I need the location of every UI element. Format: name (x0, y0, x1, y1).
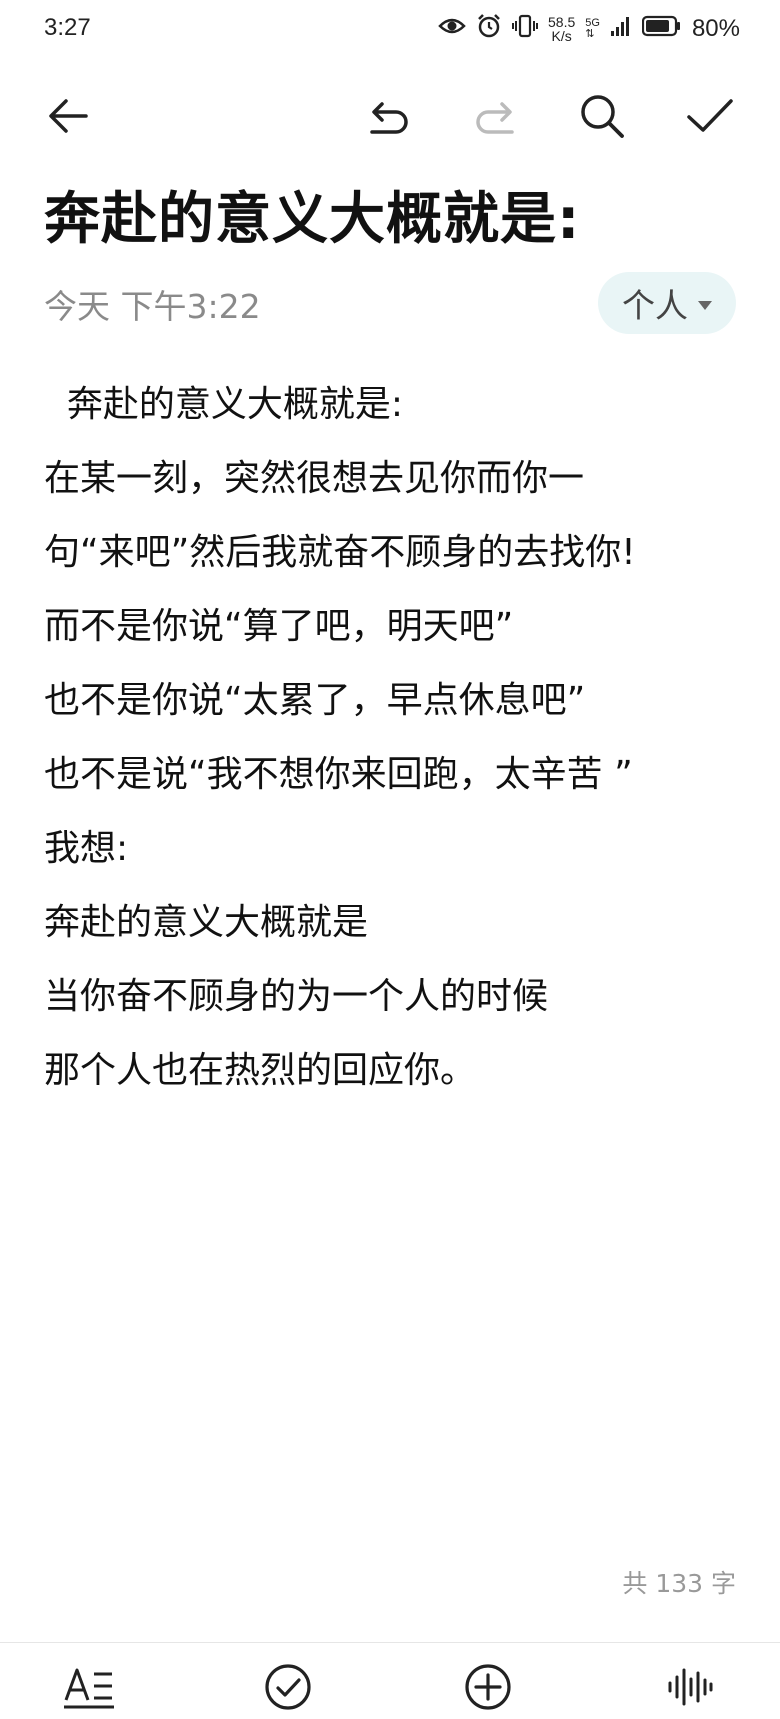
note-line: 也不是说“我不想你来回跑，太辛苦 ” (44, 754, 633, 795)
back-button[interactable] (40, 88, 96, 144)
battery-icon (641, 15, 682, 44)
status-time: 3:27 (44, 14, 91, 41)
vibrate-icon (512, 13, 539, 46)
undo-icon (370, 102, 408, 134)
search-icon (581, 95, 624, 138)
net-speed-value: 58.5 (548, 14, 576, 30)
done-button[interactable] (682, 88, 738, 144)
checklist-icon (265, 1664, 311, 1710)
net-speed-unit: K/s (551, 28, 572, 44)
note-line: 那个人也在热烈的回应你。 (44, 1050, 477, 1091)
redo-button[interactable] (466, 88, 522, 144)
note-line: 奔赴的意义大概就是 (44, 902, 369, 943)
alarm-icon (476, 13, 502, 46)
word-count: 共 133 字 (622, 1569, 736, 1598)
note-line: 也不是你说“太累了，早点休息吧” (44, 680, 586, 721)
eye-icon (438, 15, 466, 43)
note-body[interactable]: 奔赴的意义大概就是: 在某一刻，突然很想去见你而你一 句“来吧”然后我就奋不顾身… (44, 368, 744, 1108)
data-arrows-icon: ⇅ (585, 28, 595, 40)
category-label: 个人 (622, 286, 688, 325)
category-selector[interactable]: 个人 (598, 272, 736, 334)
note-line: 当你奋不顾身的为一个人的时候 (44, 976, 549, 1017)
signal-icon (610, 15, 632, 44)
redo-icon (476, 102, 514, 134)
checklist-button[interactable] (258, 1659, 318, 1715)
voice-button[interactable] (660, 1659, 720, 1715)
note-line: 我想: (44, 828, 129, 869)
search-button[interactable] (574, 88, 630, 144)
network-type: 5G ⇅ (585, 18, 600, 40)
note-title[interactable]: 奔赴的意义大概就是: (44, 180, 744, 260)
add-button[interactable] (458, 1659, 518, 1715)
status-bar: 3:27 58.5 K/s 5G ⇅ 80% (0, 0, 780, 60)
status-icons: 58.5 K/s 5G ⇅ 80% (438, 12, 740, 46)
net-speed: 58.5 K/s (548, 15, 575, 43)
text-format-icon (64, 1668, 114, 1709)
note-line: 奔赴的意义大概就是: (44, 384, 404, 425)
voice-icon (668, 1668, 713, 1706)
undo-button[interactable] (362, 88, 418, 144)
add-icon (465, 1664, 511, 1710)
note-line: 在某一刻，突然很想去见你而你一 (44, 458, 585, 499)
note-date: 今天 下午3:22 (44, 287, 261, 326)
dropdown-arrow-icon (698, 300, 712, 310)
back-arrow-icon (49, 99, 88, 133)
bottom-toolbar (0, 1642, 780, 1719)
note-line: 而不是你说“算了吧，明天吧” (44, 606, 514, 647)
text-format-button[interactable] (60, 1659, 120, 1715)
editor-toolbar (0, 78, 780, 150)
checkmark-icon (687, 99, 733, 132)
note-line: 句“来吧”然后我就奋不顾身的去找你! (44, 532, 636, 573)
battery-percent: 80% (691, 15, 740, 42)
